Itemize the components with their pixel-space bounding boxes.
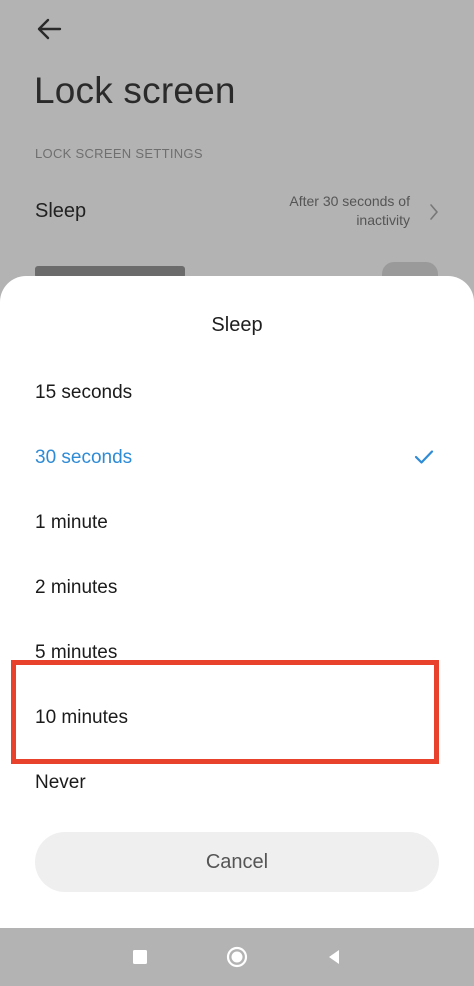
sleep-setting-row[interactable]: Sleep After 30 seconds of inactivity	[0, 182, 474, 244]
home-button[interactable]	[225, 945, 249, 969]
check-icon	[414, 449, 434, 470]
option-label: 30 seconds	[35, 447, 133, 468]
sleep-setting-label: Sleep	[35, 200, 87, 222]
sleep-setting-value: After 30 seconds of inactivity	[230, 192, 410, 230]
option-never[interactable]: Never	[0, 752, 474, 816]
recents-button[interactable]	[128, 945, 152, 969]
system-back-button[interactable]	[322, 945, 346, 969]
sleep-dialog: Sleep 15 seconds 30 seconds 1 minute 2 m…	[0, 276, 474, 928]
page-title: Lock screen	[34, 70, 236, 111]
option-2-minutes[interactable]: 2 minutes	[0, 557, 474, 621]
option-label: Never	[35, 772, 86, 793]
option-15-seconds[interactable]: 15 seconds	[0, 362, 474, 426]
system-nav-bar	[0, 928, 474, 986]
square-icon	[128, 950, 152, 973]
option-label: 10 minutes	[35, 707, 128, 728]
option-5-minutes[interactable]: 5 minutes	[0, 622, 474, 686]
arrow-left-icon	[30, 12, 70, 46]
triangle-left-icon	[322, 950, 346, 973]
chevron-right-icon	[428, 202, 440, 227]
cancel-button[interactable]: Cancel	[35, 832, 439, 892]
option-30-seconds[interactable]: 30 seconds	[0, 427, 474, 491]
section-header: LOCK SCREEN SETTINGS	[35, 146, 203, 161]
option-label: 15 seconds	[35, 382, 133, 403]
sleep-value-line1: After 30 seconds of	[289, 193, 410, 209]
option-label: 1 minute	[35, 512, 108, 533]
option-10-minutes[interactable]: 10 minutes	[0, 687, 474, 751]
option-1-minute[interactable]: 1 minute	[0, 492, 474, 556]
option-label: 2 minutes	[35, 577, 118, 598]
option-label: 5 minutes	[35, 642, 118, 663]
circle-icon	[225, 946, 249, 973]
back-button[interactable]	[30, 12, 70, 46]
dialog-title: Sleep	[211, 314, 263, 336]
sleep-value-line2: inactivity	[356, 212, 410, 228]
